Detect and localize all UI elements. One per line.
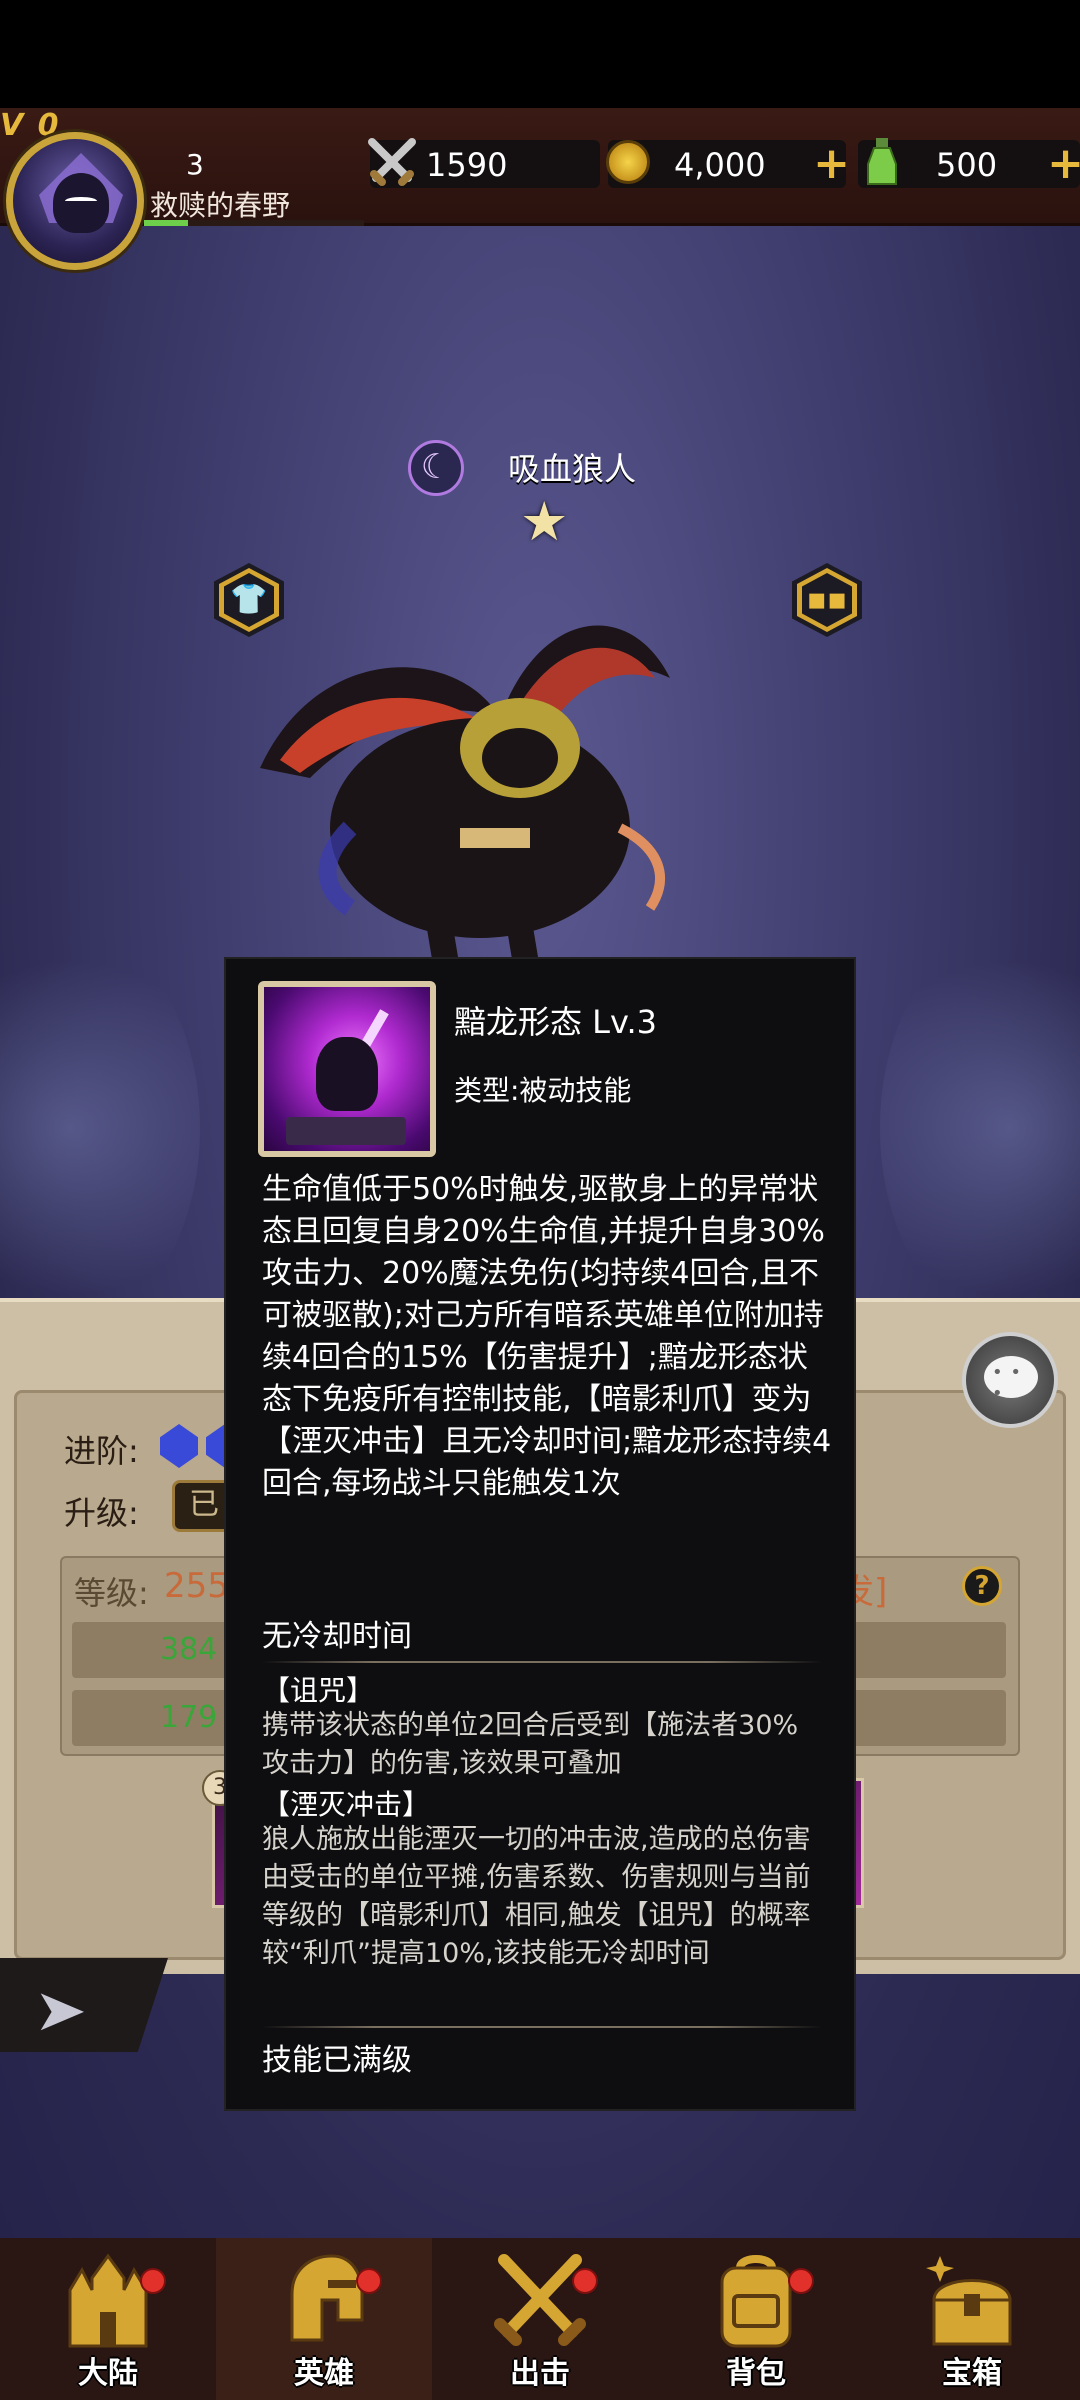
player-level: 3	[186, 148, 204, 181]
divider	[262, 2026, 822, 2028]
help-icon[interactable]: ?	[962, 1566, 1002, 1606]
skill-type: 类型:被动技能	[454, 1074, 632, 1107]
xp-bar-fill	[144, 220, 188, 226]
skill-tooltip: 黯龙形态 Lv.3 类型:被动技能 生命值低于50%时触发,驱散身上的异常状态且…	[224, 957, 856, 2111]
chat-button[interactable]	[962, 1332, 1058, 1428]
curse-title: 【诅咒】	[262, 1674, 375, 1707]
notification-dot	[356, 2268, 382, 2294]
nav-label: 宝箱	[942, 2356, 1002, 2391]
nav-battle[interactable]: 出击	[432, 2238, 648, 2400]
nav-continent[interactable]: 大陆	[0, 2238, 216, 2400]
castle-icon	[68, 2253, 148, 2348]
hero-illustration	[260, 625, 670, 991]
power-value: 1590	[426, 146, 508, 184]
back-arrow-icon: ➤	[33, 1976, 88, 2044]
potion-value: 500	[936, 146, 998, 184]
potion-display: 500 +	[858, 138, 1080, 189]
annihilate-text: 狼人施放出能湮灭一切的冲击波,造成的总伤害由受击的单位平摊,伤害系数、伤害规则与…	[262, 1824, 811, 1969]
nav-label: 背包	[726, 2356, 786, 2391]
backpack-icon	[720, 2255, 792, 2348]
coin-value: 4,000	[674, 146, 766, 184]
status-bar	[0, 0, 1080, 108]
background-glow-left	[0, 928, 200, 1328]
level-value: 255	[164, 1566, 229, 1606]
nav-label: 出击	[510, 2356, 570, 2391]
nav-label: 大陆	[78, 2356, 138, 2391]
nav-treasure[interactable]: 宝箱	[864, 2238, 1080, 2400]
curse-text: 携带该状态的单位2回合后受到【施法者30%攻击力】的伤害,该效果可叠加	[262, 1710, 799, 1779]
max-level-label: 技能已满级	[262, 2043, 412, 2078]
coin-icon	[606, 140, 650, 184]
chat-icon	[984, 1356, 1038, 1404]
treasure-chest-icon	[926, 2256, 1012, 2346]
avatar-eyes	[65, 197, 97, 205]
potion-icon	[867, 138, 897, 185]
hero-name: 吸血狼人	[508, 450, 637, 488]
coin-display: 4,000 +	[606, 138, 850, 189]
notification-dot	[572, 2268, 598, 2294]
add-coins-button[interactable]: +	[813, 138, 850, 189]
player-name: 救赎的春野	[150, 189, 291, 222]
attack-value: 384	[160, 1632, 218, 1667]
level-label: 等级:	[74, 1574, 149, 1612]
nav-heroes[interactable]: 英雄	[216, 2238, 432, 2400]
skill-name: 黯龙形态 Lv.3	[454, 1003, 657, 1041]
skill-description: 生命值低于50%时触发,驱散身上的异常状态且回复自身20%生命值,并提升自身30…	[262, 1172, 832, 1501]
power-display: 1590	[368, 138, 600, 188]
advance-label: 进阶:	[64, 1432, 139, 1470]
nav-label: 英雄	[294, 2356, 354, 2391]
notification-dot	[140, 2268, 166, 2294]
nav-backpack[interactable]: 背包	[648, 2238, 864, 2400]
crossed-swords-icon	[494, 2254, 586, 2346]
bottom-nav: 大陆 英雄 出击 背包 宝箱	[0, 2238, 1080, 2400]
defense-value: 179	[160, 1700, 218, 1735]
add-potions-button[interactable]: +	[1047, 138, 1080, 189]
helmet-icon	[290, 2254, 364, 2342]
player-avatar[interactable]	[6, 132, 144, 270]
cooldown-label: 无冷却时间	[262, 1619, 412, 1654]
dark-element-moon-icon: ☾	[408, 440, 464, 496]
xp-bar	[144, 220, 364, 226]
skill-icon	[258, 981, 436, 1157]
upgrade-label: 升级:	[64, 1494, 139, 1532]
annihilate-title: 【湮灭冲击】	[262, 1788, 431, 1821]
crossed-swords-icon	[368, 138, 416, 186]
star-icon: ★	[520, 490, 569, 553]
divider	[262, 1661, 822, 1663]
background-glow-right	[880, 928, 1080, 1328]
notification-dot	[788, 2268, 814, 2294]
